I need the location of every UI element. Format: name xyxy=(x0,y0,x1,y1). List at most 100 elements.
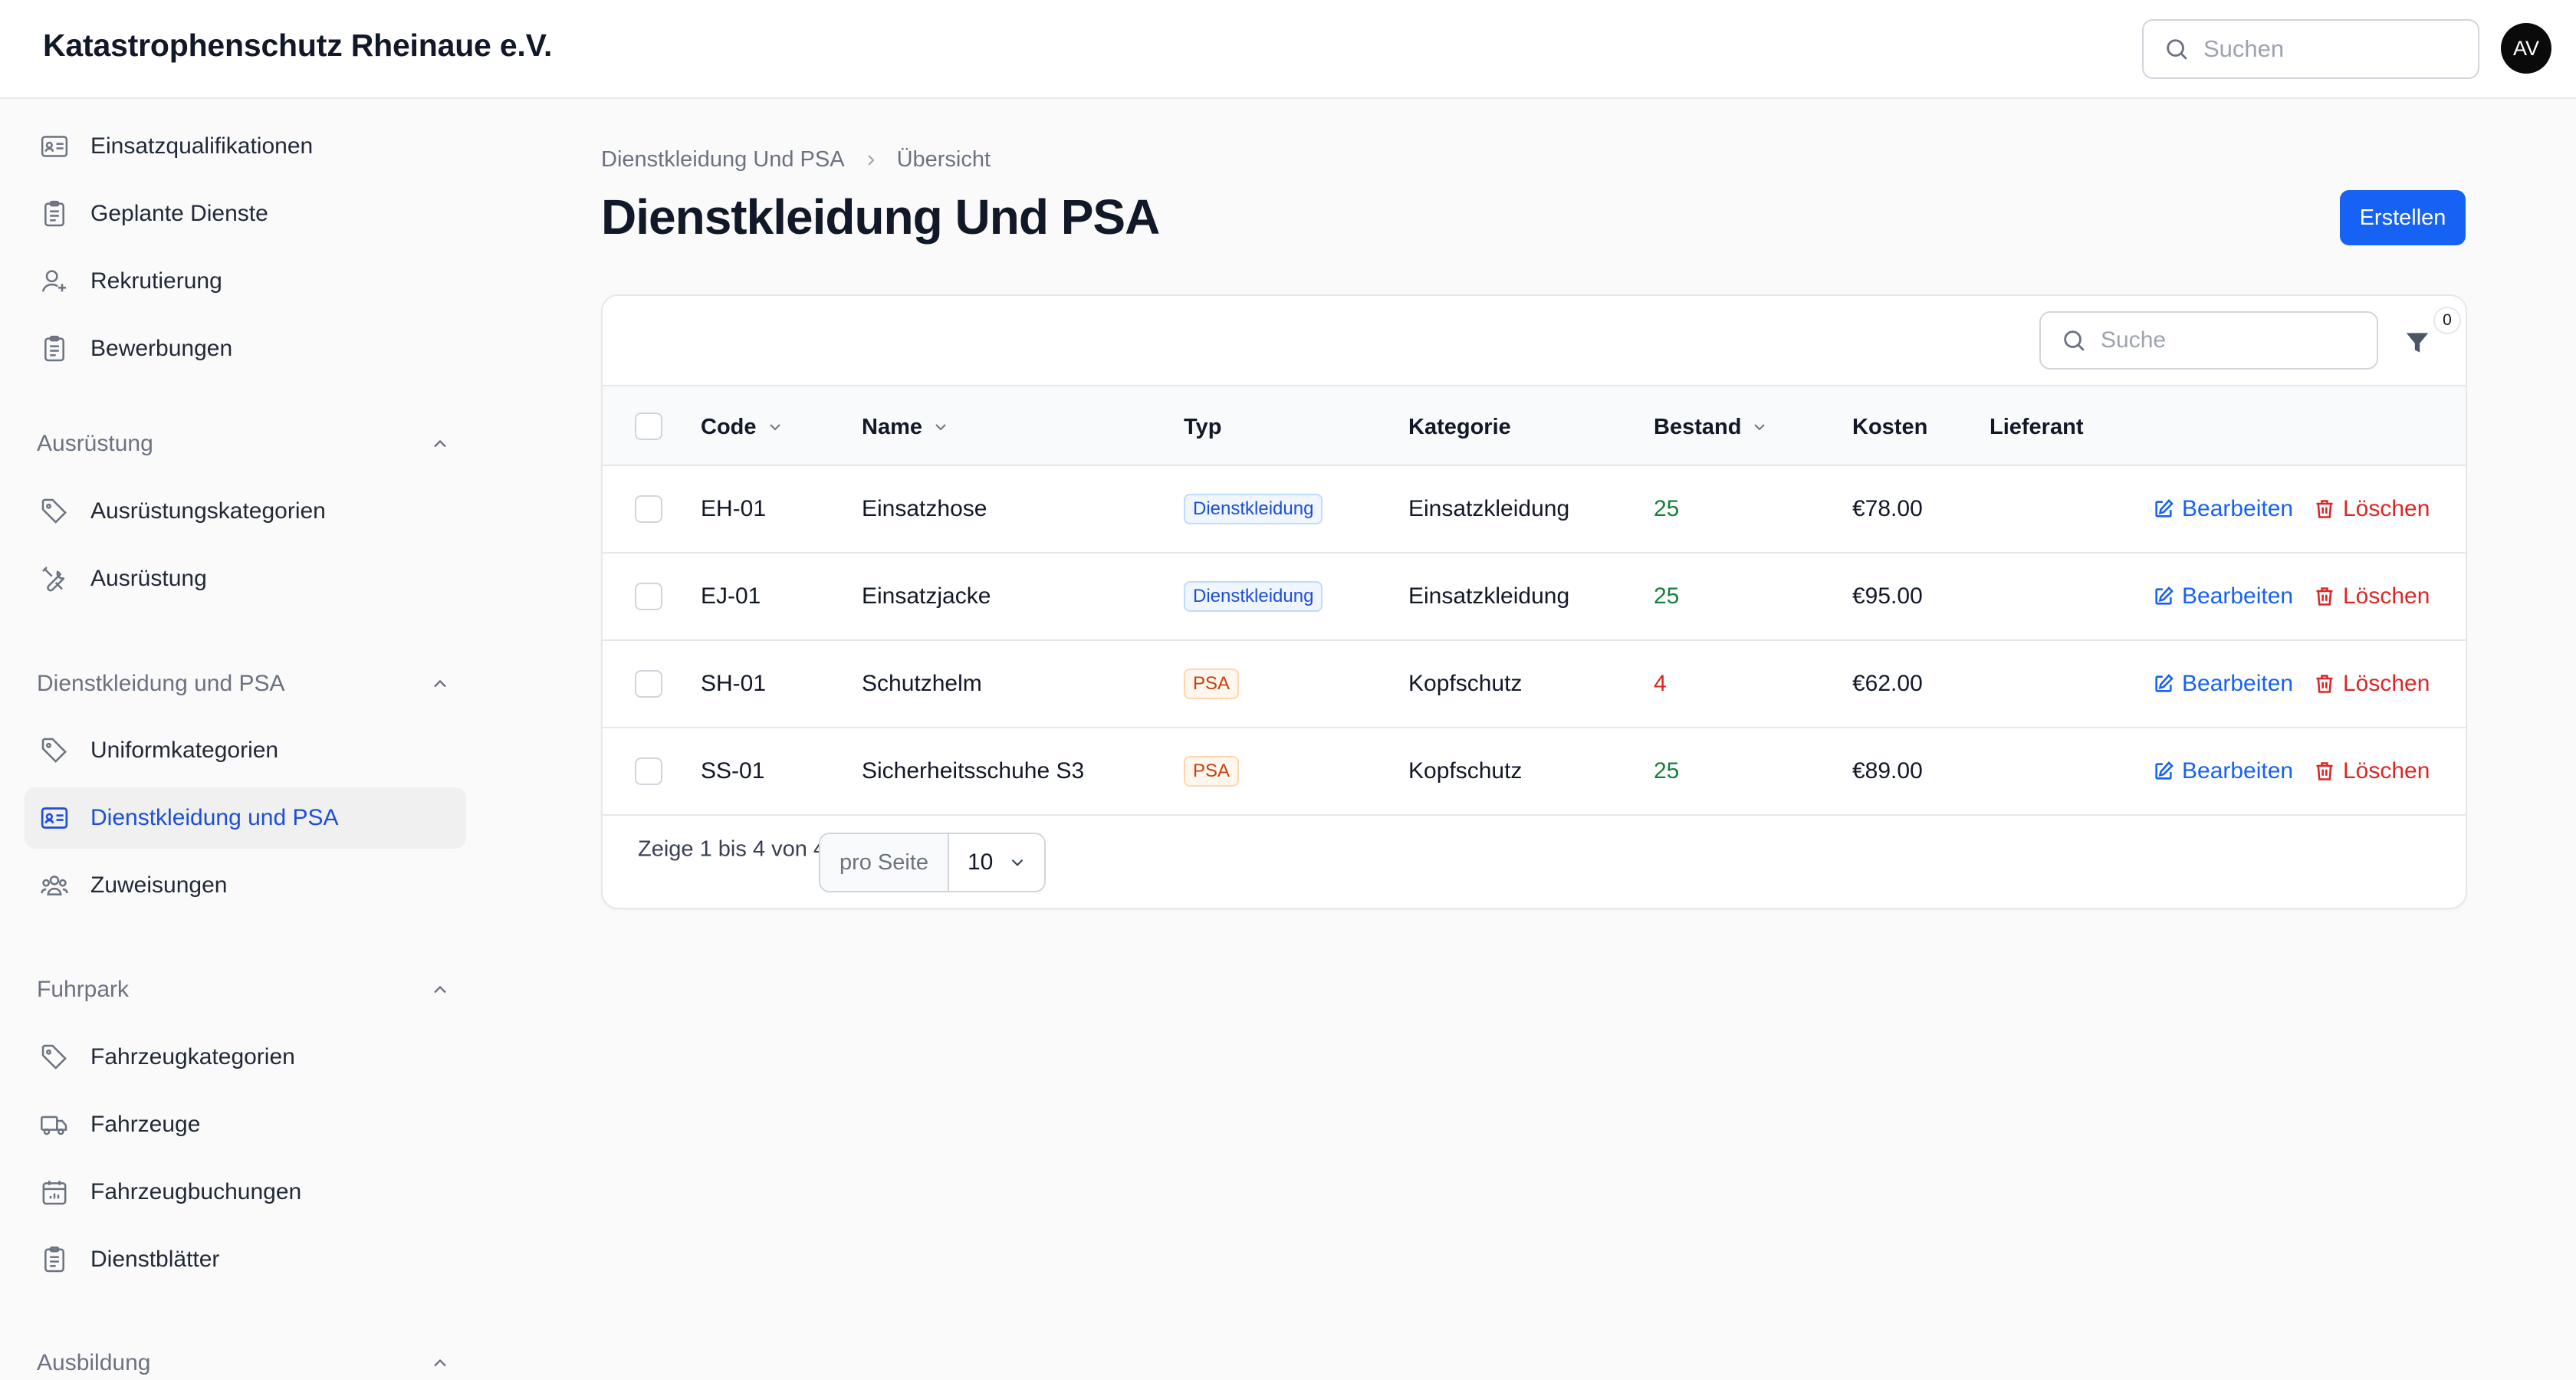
chevron-up-icon[interactable] xyxy=(429,979,451,1001)
column-header-type: Typ xyxy=(1184,386,1221,468)
cell-type: Dienstkleidung xyxy=(1184,554,1323,639)
sidebar-item-label: Zuweisungen xyxy=(90,872,228,898)
row-checkbox[interactable] xyxy=(635,583,662,610)
delete-label: Löschen xyxy=(2343,496,2430,521)
edit-button[interactable]: Bearbeiten xyxy=(2153,641,2293,727)
per-page-select[interactable]: pro Seite 10 xyxy=(819,833,1046,892)
table-header: Code Name Typ Kategorie Bestand Kosten L… xyxy=(603,385,2466,468)
cell-category: Kopfschutz xyxy=(1408,758,1523,784)
app-title[interactable]: Katastrophenschutz Rheinaue e.V. xyxy=(43,28,552,64)
table-row[interactable]: EH-01 Einsatzhose Dienstkleidung Einsatz… xyxy=(603,466,2466,554)
cell-cost: €95.00 xyxy=(1852,583,1923,609)
cell-name: Sicherheitsschuhe S3 xyxy=(862,758,1085,784)
sidebar-item-uniformkategorien[interactable]: Uniformkategorien xyxy=(25,720,466,781)
cell-stock: 4 xyxy=(1654,671,1667,696)
sidebar-item-einsatzqualifikationen[interactable]: Einsatzqualifikationen xyxy=(25,116,466,177)
column-label: Code xyxy=(701,414,757,439)
cell-cost: €89.00 xyxy=(1852,758,1923,784)
sidebar-group-label: Ausbildung xyxy=(37,1350,151,1375)
cell-cost: €78.00 xyxy=(1852,496,1923,521)
column-header-stock[interactable]: Bestand xyxy=(1654,386,1769,468)
sidebar-item-fahrzeuge[interactable]: Fahrzeuge xyxy=(25,1094,466,1155)
edit-button[interactable]: Bearbeiten xyxy=(2153,554,2293,639)
edit-button[interactable]: Bearbeiten xyxy=(2153,466,2293,552)
global-search-input[interactable] xyxy=(2203,35,2456,63)
row-checkbox[interactable] xyxy=(635,670,662,698)
cell-category: Einsatzkleidung xyxy=(1408,496,1570,521)
per-page-value[interactable]: 10 xyxy=(949,834,1044,891)
sidebar-item-label: Fahrzeugkategorien xyxy=(90,1044,295,1070)
filter-icon xyxy=(2406,333,2429,353)
delete-button[interactable]: Löschen xyxy=(2314,641,2430,727)
type-badge: Dienstkleidung xyxy=(1184,581,1323,612)
edit-label: Bearbeiten xyxy=(2182,496,2294,521)
cell-name: Einsatzhose xyxy=(862,496,987,521)
edit-label: Bearbeiten xyxy=(2182,583,2294,609)
type-badge: PSA xyxy=(1184,669,1240,699)
sidebar-group-label: Fuhrpark xyxy=(37,977,130,1002)
create-button[interactable]: Erstellen xyxy=(2340,190,2466,245)
sidebar-item-bewerbungen[interactable]: Bewerbungen xyxy=(25,318,466,380)
filter-button[interactable] xyxy=(2398,324,2436,362)
table-row[interactable]: EJ-01 Einsatzjacke Dienstkleidung Einsat… xyxy=(603,554,2466,641)
sidebar-item-geplante-dienste[interactable]: Geplante Dienste xyxy=(25,183,466,245)
sidebar-item-fahrzeugkategorien[interactable]: Fahrzeugkategorien xyxy=(25,1027,466,1088)
cell-type: PSA xyxy=(1184,641,1240,727)
column-label: Typ xyxy=(1184,414,1222,439)
table-row[interactable]: SH-01 Schutzhelm PSA Kopfschutz 4 €62.00… xyxy=(603,641,2466,728)
sidebar-group-dienstkleidung[interactable]: Dienstkleidung und PSA xyxy=(37,665,451,703)
cell-stock: 25 xyxy=(1654,583,1680,609)
sidebar-item-ausruestungskategorien[interactable]: Ausrüstungskategorien xyxy=(25,481,466,542)
edit-label: Bearbeiten xyxy=(2182,758,2294,784)
delete-label: Löschen xyxy=(2343,583,2430,609)
sidebar-item-rekrutierung[interactable]: Rekrutierung xyxy=(25,251,466,312)
breadcrumb-parent[interactable]: Dienstkleidung Und PSA xyxy=(601,147,845,172)
chevron-up-icon[interactable] xyxy=(429,1352,451,1374)
select-all-checkbox[interactable] xyxy=(635,412,662,440)
users-icon xyxy=(37,868,72,903)
sidebar-item-label: Einsatzqualifikationen xyxy=(90,133,314,159)
cell-stock: 25 xyxy=(1654,758,1680,784)
tag-icon xyxy=(37,494,72,529)
page-title: Dienstkleidung Und PSA xyxy=(601,189,1160,245)
table-card: 0 Code Name Typ Kategorie Bestand Kosten… xyxy=(601,294,2467,909)
truck-icon xyxy=(37,1107,72,1142)
top-bar: Katastrophenschutz Rheinaue e.V. AV xyxy=(0,0,2576,99)
sidebar-group-ausruestung[interactable]: Ausrüstung xyxy=(37,425,451,463)
column-header-category: Kategorie xyxy=(1408,386,1511,468)
table-search-input[interactable] xyxy=(2101,327,2361,353)
chevron-up-icon[interactable] xyxy=(429,433,451,455)
column-header-code[interactable]: Code xyxy=(701,386,784,468)
sidebar-group-label: Ausrüstung xyxy=(37,431,153,456)
edit-icon xyxy=(2155,674,2174,692)
edit-button[interactable]: Bearbeiten xyxy=(2153,728,2293,814)
chevron-up-icon[interactable] xyxy=(429,673,451,695)
delete-button[interactable]: Löschen xyxy=(2314,728,2430,814)
cell-code: EH-01 xyxy=(701,496,767,521)
row-checkbox[interactable] xyxy=(635,757,662,785)
sidebar-item-label: Dienstblätter xyxy=(90,1247,220,1272)
sidebar-group-fuhrpark[interactable]: Fuhrpark xyxy=(37,971,451,1009)
sidebar-item-zuweisungen[interactable]: Zuweisungen xyxy=(25,855,466,916)
clipboard-icon xyxy=(37,196,72,232)
table-row[interactable]: SS-01 Sicherheitsschuhe S3 PSA Kopfschut… xyxy=(603,728,2466,816)
delete-button[interactable]: Löschen xyxy=(2314,466,2430,552)
sidebar-item-label: Fahrzeugbuchungen xyxy=(90,1179,302,1204)
clipboard-icon xyxy=(37,1242,72,1277)
id-card-icon xyxy=(37,129,72,164)
sidebar-group-ausbildung[interactable]: Ausbildung xyxy=(37,1344,451,1380)
sidebar-item-fahrzeugbuchungen[interactable]: Fahrzeugbuchungen xyxy=(25,1162,466,1223)
filter-count-badge: 0 xyxy=(2433,307,2461,334)
delete-button[interactable]: Löschen xyxy=(2314,554,2430,639)
sidebar-item-dienstkleidung-und-psa[interactable]: Dienstkleidung und PSA xyxy=(25,787,466,849)
sidebar-item-ausruestung[interactable]: Ausrüstung xyxy=(25,548,466,610)
column-header-name[interactable]: Name xyxy=(862,386,950,468)
cell-category: Einsatzkleidung xyxy=(1408,583,1570,609)
sidebar-item-dienstblaetter[interactable]: Dienstblätter xyxy=(25,1229,466,1290)
global-search[interactable] xyxy=(2142,19,2479,79)
cell-category: Kopfschutz xyxy=(1408,671,1523,696)
cell-type: PSA xyxy=(1184,728,1240,814)
avatar[interactable]: AV xyxy=(2501,23,2551,74)
row-checkbox[interactable] xyxy=(635,495,662,523)
table-search[interactable] xyxy=(2039,311,2378,370)
